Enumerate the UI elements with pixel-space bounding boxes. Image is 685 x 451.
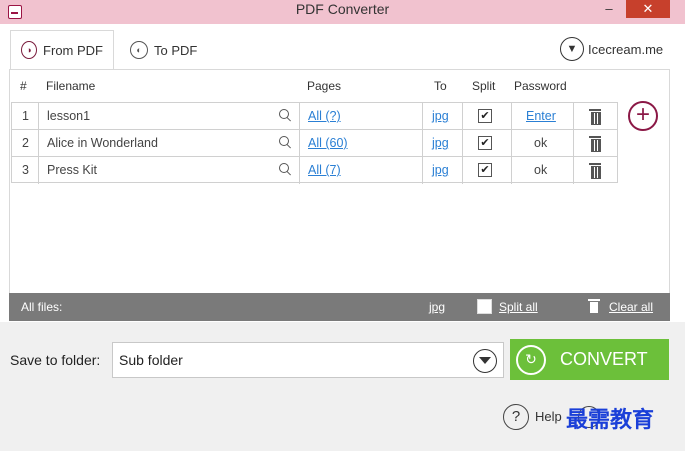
header-to: To [434, 79, 447, 93]
window-title: PDF Converter [295, 1, 390, 17]
row-format-link[interactable]: jpg [432, 130, 449, 157]
row-number: 3 [22, 163, 29, 177]
header-num: # [20, 79, 27, 93]
trash-icon[interactable] [589, 163, 601, 179]
clear-all-trash-icon[interactable] [588, 299, 600, 313]
table-row[interactable]: 2 Alice in Wonderland All (60) jpg ✔ ok [12, 130, 617, 157]
tab-from-pdf[interactable]: ◑ From PDF [10, 30, 114, 70]
search-icon[interactable] [279, 136, 291, 148]
trash-icon[interactable] [589, 136, 601, 152]
pdf-in-icon: ◐ [130, 41, 148, 59]
save-folder-value: Sub folder [119, 352, 183, 368]
tab-to-pdf-label: To PDF [154, 42, 198, 58]
row-filename: lesson1 [47, 109, 91, 123]
header-filename: Filename [46, 79, 96, 93]
table-row[interactable]: 3 Press Kit All (7) jpg ✔ ok [12, 157, 617, 184]
all-files-label: All files: [21, 300, 63, 314]
refresh-icon: ↻ [516, 344, 546, 375]
help-icon[interactable]: ? [503, 404, 529, 430]
brand-link[interactable]: ▼ Icecream.me [560, 37, 663, 61]
search-icon[interactable] [279, 163, 291, 175]
icecream-logo-icon: ▼ [560, 37, 584, 61]
help-label[interactable]: Help [535, 409, 562, 424]
pdf-out-icon: ◑ [21, 41, 38, 59]
header-password: Password [514, 79, 567, 93]
add-file-button[interactable]: + [628, 101, 658, 131]
file-list-panel: # Filename Pages To Split Password 1 les… [9, 69, 670, 319]
row-split-checkbox[interactable]: ✔ [478, 136, 492, 150]
search-icon[interactable] [279, 109, 291, 121]
brand-label: Icecream.me [588, 41, 664, 57]
bottom-area: Save to folder: Sub folder ↻ CONVERT ? H… [0, 322, 685, 451]
chevron-down-icon[interactable] [473, 349, 497, 373]
tab-from-pdf-label: From PDF [43, 42, 103, 58]
row-format-link[interactable]: jpg [432, 157, 449, 184]
table-header: # Filename Pages To Split Password [10, 70, 670, 102]
header-pages: Pages [307, 79, 342, 93]
split-all-link[interactable]: Split all [499, 300, 538, 314]
file-table: 1 lesson1 All (?) jpg ✔ Enter 2 Alice in… [11, 102, 618, 184]
row-split-checkbox[interactable]: ✔ [478, 109, 492, 123]
save-folder-select[interactable]: Sub folder [112, 342, 504, 378]
row-pages-link[interactable]: All (7) [308, 157, 341, 184]
row-format-link[interactable]: jpg [432, 103, 449, 130]
row-password-link[interactable]: Enter [526, 103, 556, 130]
convert-label: CONVERT [560, 349, 648, 369]
row-number: 1 [22, 109, 29, 123]
all-files-bar: All files: jpg Split all Clear all [9, 293, 670, 321]
watermark-text: 最需教育 [566, 407, 655, 433]
save-folder-label: Save to folder: [10, 352, 101, 368]
row-split-checkbox[interactable]: ✔ [478, 163, 492, 177]
tab-to-pdf[interactable]: ◐ To PDF [120, 30, 220, 70]
row-filename: Press Kit [47, 163, 98, 177]
all-format-link[interactable]: jpg [429, 300, 445, 314]
row-pages-link[interactable]: All (?) [308, 103, 341, 130]
header-split: Split [472, 79, 496, 93]
clear-all-link[interactable]: Clear all [609, 300, 653, 314]
row-number: 2 [22, 136, 29, 150]
row-password-status: ok [534, 163, 548, 177]
trash-icon[interactable] [589, 109, 601, 125]
row-password-status: ok [534, 136, 548, 150]
minimize-button[interactable]: – [596, 0, 622, 18]
close-button[interactable]: ✕ [626, 0, 670, 18]
split-all-checkbox[interactable] [477, 299, 492, 314]
row-pages-link[interactable]: All (60) [308, 130, 348, 157]
convert-button[interactable]: ↻ CONVERT [510, 339, 669, 380]
row-filename: Alice in Wonderland [47, 136, 158, 150]
table-row[interactable]: 1 lesson1 All (?) jpg ✔ Enter [12, 103, 617, 130]
title-bar: PDF Converter – ✕ [0, 0, 685, 24]
